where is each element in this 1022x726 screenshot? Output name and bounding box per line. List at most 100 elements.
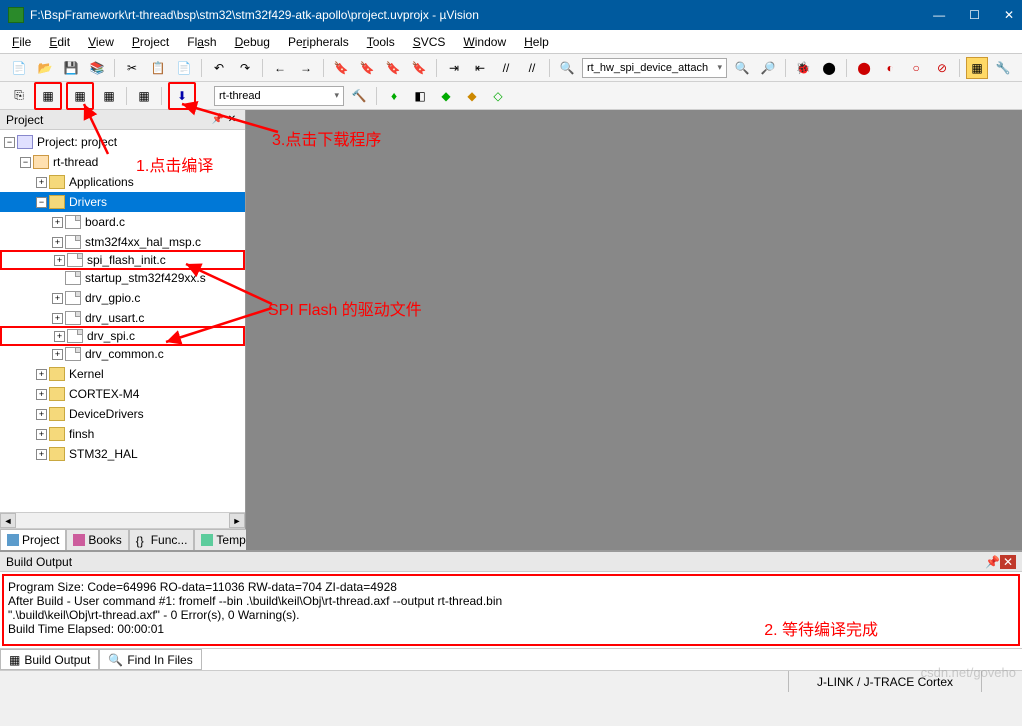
incremental-find-icon[interactable]: 🔎 bbox=[757, 57, 779, 79]
paste-icon[interactable]: 📄 bbox=[173, 57, 195, 79]
bookmark-next-icon[interactable]: 🔖 bbox=[382, 57, 404, 79]
tree-group-kernel[interactable]: +Kernel bbox=[0, 364, 245, 384]
build-batch-icon[interactable]: ▦ bbox=[98, 85, 120, 107]
find-in-files-icon[interactable]: 🔍 bbox=[731, 57, 753, 79]
target-options-icon[interactable]: 🔨 bbox=[348, 85, 370, 107]
expander-icon[interactable]: + bbox=[52, 293, 63, 304]
indent-icon[interactable]: ⇥ bbox=[443, 57, 465, 79]
window-layout-icon[interactable]: ▦ bbox=[966, 57, 988, 79]
menu-peripherals[interactable]: Peripherals bbox=[288, 35, 349, 49]
tree-file[interactable]: +drv_gpio.c bbox=[0, 288, 245, 308]
configure-icon[interactable]: 🔧 bbox=[992, 57, 1014, 79]
expander-icon[interactable]: − bbox=[36, 197, 47, 208]
breakpoint-icon[interactable]: ⬤ bbox=[818, 57, 840, 79]
save-all-icon[interactable]: 📚 bbox=[86, 57, 108, 79]
pack-installer-icon[interactable]: ◆ bbox=[435, 85, 457, 107]
tab-books[interactable]: Books bbox=[66, 529, 128, 550]
manage-project-icon[interactable]: ♦ bbox=[383, 85, 405, 107]
expander-icon[interactable]: + bbox=[36, 409, 47, 420]
tree-file[interactable]: +stm32f4xx_hal_msp.c bbox=[0, 232, 245, 252]
build-output-text[interactable]: Program Size: Code=64996 RO-data=11036 R… bbox=[2, 574, 1020, 646]
close-panel-icon[interactable]: ✕ bbox=[1000, 555, 1016, 569]
pin-icon[interactable]: 📌 bbox=[985, 555, 1000, 569]
close-button[interactable]: ✕ bbox=[1004, 8, 1014, 22]
open-file-icon[interactable]: 📂 bbox=[34, 57, 56, 79]
tree-file-spi-flash-init[interactable]: +spi_flash_init.c bbox=[0, 250, 245, 270]
tab-find-in-files[interactable]: 🔍Find In Files bbox=[99, 649, 201, 670]
target-combo[interactable]: rt-thread bbox=[214, 86, 344, 106]
menu-debug[interactable]: Debug bbox=[235, 35, 270, 49]
menu-file[interactable]: File bbox=[12, 35, 31, 49]
undo-icon[interactable]: ↶ bbox=[208, 57, 230, 79]
tree-target[interactable]: − rt-thread bbox=[0, 152, 245, 172]
kill-bp-icon[interactable]: ⊘ bbox=[931, 57, 953, 79]
minimize-button[interactable]: — bbox=[933, 8, 945, 22]
enable-bp-icon[interactable]: ◐ bbox=[879, 57, 901, 79]
outdent-icon[interactable]: ⇤ bbox=[469, 57, 491, 79]
bookmark-prev-icon[interactable]: 🔖 bbox=[356, 57, 378, 79]
tree-file[interactable]: startup_stm32f429xx.s bbox=[0, 268, 245, 288]
menu-flash[interactable]: Flash bbox=[187, 35, 216, 49]
maximize-button[interactable]: ☐ bbox=[969, 8, 980, 22]
translate-icon[interactable]: ⎘ bbox=[8, 85, 30, 107]
disable-bp-icon[interactable]: ○ bbox=[905, 57, 927, 79]
expander-icon[interactable]: + bbox=[36, 369, 47, 380]
scroll-right-icon[interactable]: ► bbox=[229, 513, 245, 528]
insert-remove-bp-icon[interactable]: ⬤ bbox=[853, 57, 875, 79]
tree-file[interactable]: +drv_usart.c bbox=[0, 308, 245, 328]
menu-help[interactable]: Help bbox=[524, 35, 549, 49]
scroll-left-icon[interactable]: ◄ bbox=[0, 513, 16, 528]
pin-icon[interactable]: 📌 bbox=[211, 114, 225, 125]
project-tree[interactable]: − Project: project − rt-thread + Applica… bbox=[0, 130, 245, 512]
build-icon[interactable]: ▦ bbox=[37, 85, 59, 107]
expander-icon[interactable]: + bbox=[54, 255, 65, 266]
tree-group-stm32hal[interactable]: +STM32_HAL bbox=[0, 444, 245, 464]
menu-svcs[interactable]: SVCS bbox=[413, 35, 446, 49]
tree-root[interactable]: − Project: project bbox=[0, 132, 245, 152]
copy-icon[interactable]: 📋 bbox=[147, 57, 169, 79]
nav-back-icon[interactable]: ← bbox=[269, 57, 291, 79]
redo-icon[interactable]: ↷ bbox=[234, 57, 256, 79]
tab-build-output[interactable]: ▦Build Output bbox=[0, 649, 99, 670]
menu-edit[interactable]: Edit bbox=[49, 35, 70, 49]
bookmark-icon[interactable]: 🔖 bbox=[330, 57, 352, 79]
project-hscrollbar[interactable]: ◄ ► bbox=[0, 512, 245, 528]
expander-icon[interactable]: + bbox=[52, 237, 63, 248]
bookmark-clear-icon[interactable]: 🔖 bbox=[408, 57, 430, 79]
expander-icon[interactable]: + bbox=[52, 313, 63, 324]
download-icon[interactable]: ⬇ bbox=[171, 85, 193, 107]
save-icon[interactable]: 💾 bbox=[60, 57, 82, 79]
menu-window[interactable]: Window bbox=[463, 35, 506, 49]
manage-rte-icon[interactable]: ◆ bbox=[461, 85, 483, 107]
tree-file-drv-spi[interactable]: +drv_spi.c bbox=[0, 326, 245, 346]
expander-icon[interactable]: + bbox=[36, 177, 47, 188]
close-panel-icon[interactable]: ✕ bbox=[225, 114, 239, 125]
uncomment-icon[interactable]: // bbox=[521, 57, 543, 79]
tree-group-finsh[interactable]: +finsh bbox=[0, 424, 245, 444]
expander-icon[interactable]: + bbox=[36, 429, 47, 440]
tree-file[interactable]: +board.c bbox=[0, 212, 245, 232]
stop-build-icon[interactable]: ▦ bbox=[133, 85, 155, 107]
tree-group-cortex[interactable]: +CORTEX-M4 bbox=[0, 384, 245, 404]
cut-icon[interactable]: ✂ bbox=[121, 57, 143, 79]
tree-group-applications[interactable]: + Applications bbox=[0, 172, 245, 192]
expander-icon[interactable]: + bbox=[52, 217, 63, 228]
new-file-icon[interactable]: 📄 bbox=[8, 57, 30, 79]
books-icon[interactable]: ◇ bbox=[487, 85, 509, 107]
expander-icon[interactable]: − bbox=[20, 157, 31, 168]
expander-icon[interactable]: + bbox=[36, 449, 47, 460]
menu-project[interactable]: Project bbox=[132, 35, 169, 49]
find-icon[interactable]: 🔍 bbox=[556, 57, 578, 79]
expander-icon[interactable]: + bbox=[36, 389, 47, 400]
select-packs-icon[interactable]: ◧ bbox=[409, 85, 431, 107]
tab-functions[interactable]: {}Func... bbox=[129, 529, 195, 550]
nav-fwd-icon[interactable]: → bbox=[295, 57, 317, 79]
rebuild-icon[interactable]: ▦ bbox=[69, 85, 91, 107]
expander-icon[interactable]: + bbox=[52, 349, 63, 360]
find-combo[interactable]: rt_hw_spi_device_attach bbox=[582, 58, 727, 78]
tree-file[interactable]: +drv_common.c bbox=[0, 344, 245, 364]
menu-tools[interactable]: Tools bbox=[367, 35, 395, 49]
tab-project[interactable]: Project bbox=[0, 529, 66, 550]
comment-icon[interactable]: // bbox=[495, 57, 517, 79]
expander-icon[interactable]: + bbox=[54, 331, 65, 342]
